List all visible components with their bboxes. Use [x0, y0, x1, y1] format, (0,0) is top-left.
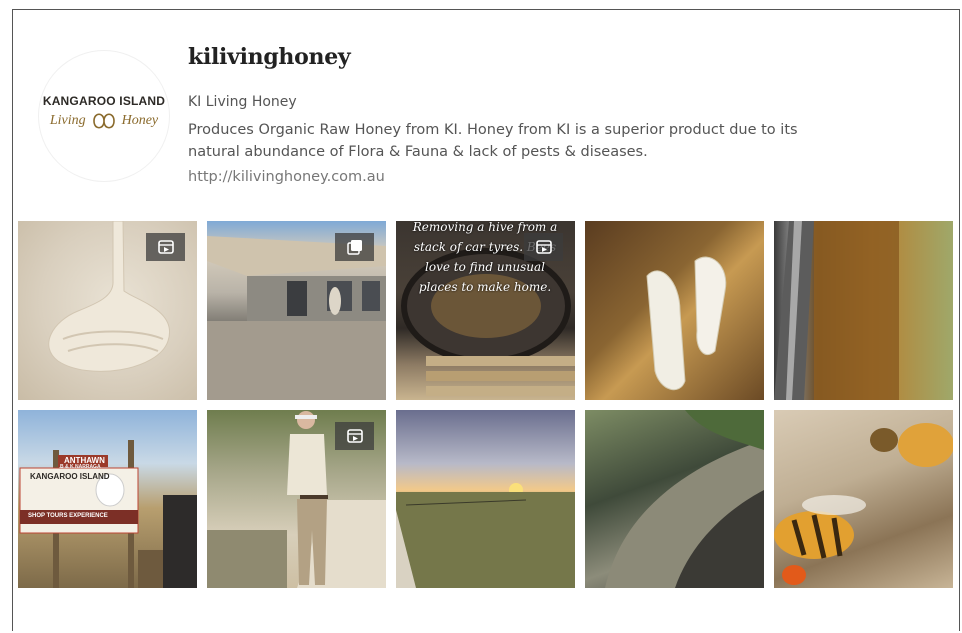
post-tile[interactable]	[774, 410, 953, 588]
grass-tree-image	[605, 410, 764, 588]
sign-logo-text: KANGAROO ISLAND	[30, 472, 110, 481]
post-tile[interactable]	[585, 221, 764, 400]
roadside-sign-image	[19, 440, 197, 588]
post-tile[interactable]	[396, 410, 575, 588]
sign-sub-text: B & K NARRAGA	[60, 464, 101, 470]
sunset-paddock-image	[396, 483, 575, 588]
bees-on-comb-image	[646, 256, 727, 391]
honeybees-macro-image	[774, 423, 953, 585]
reel-icon	[335, 422, 374, 450]
avatar-logo-bottom: Living Honey	[50, 110, 158, 132]
post-tile[interactable]: Removing a hive from a stack of car tyre…	[396, 221, 575, 400]
post-tile[interactable]	[585, 410, 764, 588]
post-tile[interactable]: ANTHAWN B & K NARRAGA KANGAROO ISLAND SH…	[18, 410, 197, 588]
post-tile[interactable]	[207, 410, 386, 588]
post-grid: Removing a hive from a stack of car tyre…	[18, 221, 954, 588]
post-tile[interactable]	[207, 221, 386, 400]
sign-tours-text: SHOP TOURS EXPERIENCE	[28, 513, 108, 519]
profile-username[interactable]: kilivinghoney	[188, 44, 351, 70]
bees-swarm-image	[774, 221, 899, 400]
profile-avatar[interactable]: KANGAROO ISLAND Living Honey	[38, 50, 170, 182]
avatar-logo-left: Living	[49, 113, 86, 128]
reel-icon	[146, 233, 185, 261]
knot-icon	[92, 113, 115, 129]
avatar-logo-right: Honey	[121, 113, 159, 128]
post-tile[interactable]	[18, 221, 197, 400]
avatar-logo-top: KANGAROO ISLAND	[42, 94, 166, 108]
carousel-icon	[335, 233, 374, 261]
profile-bio: Produces Organic Raw Honey from KI. Hone…	[188, 122, 798, 160]
post-tile[interactable]	[774, 221, 953, 400]
reel-icon	[524, 233, 563, 261]
profile-full-name: KI Living Honey	[188, 94, 297, 110]
profile-website-link[interactable]: http://kilivinghoney.com.au	[188, 169, 385, 185]
